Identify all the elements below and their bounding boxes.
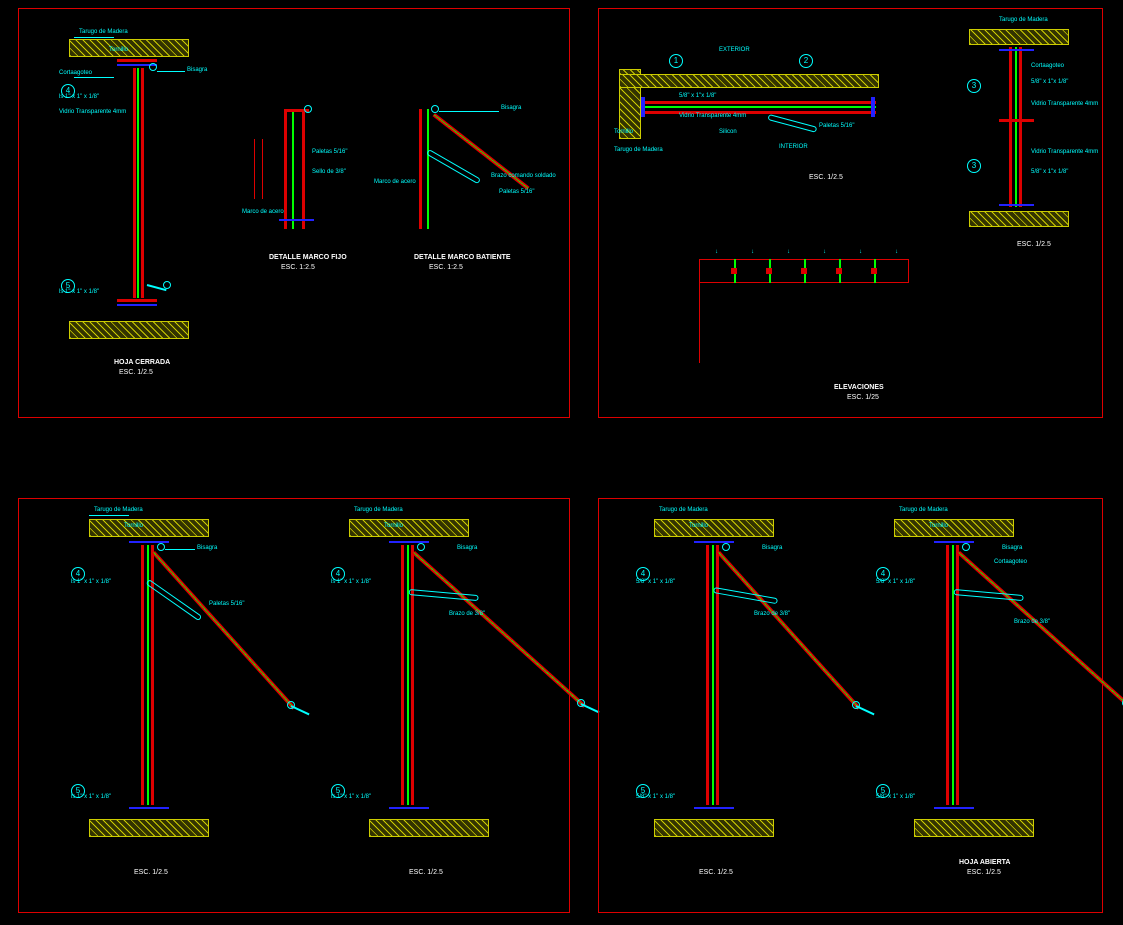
lbl-tornillo-brr: Tornillo xyxy=(929,523,948,530)
label-paletas2: Paletas 5/16" xyxy=(499,189,535,196)
lbl-bisagra-brr: Bisagra xyxy=(1002,545,1022,552)
label-vidrio-r: Vidrio Transparente 4mm xyxy=(1031,101,1098,108)
section-closed: 4 5 Tarugo de Madera Tornillo Cortaagote… xyxy=(39,29,229,369)
label-ls-r: 5/8" x 1"x 1/8" xyxy=(1031,79,1068,86)
scale-elev: ESC. 1/25 xyxy=(847,394,879,402)
label-cortagua-r: Cortaagoteo xyxy=(1031,63,1064,70)
label-marco: Marco de acero xyxy=(242,209,284,216)
lbl-ls-br: 5/8" x 1" x 1/8" xyxy=(636,579,675,586)
panel-br: 4 5 Tarugo de Madera Tornillo Bisagra 5/… xyxy=(598,498,1103,913)
label-ls-plan: 5/8" x 1"x 1/8" xyxy=(679,93,716,100)
bl-left: 4 5 Tarugo de Madera Tornillo ls 1" x 1"… xyxy=(59,519,289,869)
label-bisagra: Bisagra xyxy=(187,67,207,74)
lbl-bisagra-bl: Bisagra xyxy=(197,545,217,552)
title-marco-bat: DETALLE MARCO BATIENTE xyxy=(414,254,511,262)
scale-bl-r: ESC. 1/2.5 xyxy=(409,869,443,877)
lbl-brazo-brr: Brazo de 3/8" xyxy=(1014,619,1050,626)
label-vidrio-plan: Vidrio Transparente 4mm xyxy=(679,113,746,120)
lbl-ls-blr: ls 1" x 1" x 1/8" xyxy=(331,579,371,586)
lbl-ls-blr2: ls 1" x 1" x 1/8" xyxy=(331,794,371,801)
bl-right: 4 5 Tarugo de Madera Tornillo Bisagra Br… xyxy=(319,519,559,869)
lbl-ls-bl: ls 1" x 1" x 1/8" xyxy=(71,579,111,586)
label-brazo: Brazo comando soldado xyxy=(491,173,556,180)
scale-plan: ESC. 1/2.5 xyxy=(809,174,843,182)
section-marco-batiente: Bisagra Brazo comando soldado Paletas 5/… xyxy=(399,109,559,269)
label-bisagra2: Bisagra xyxy=(501,105,521,112)
lbl-paletas-bl: Paletas 5/16" xyxy=(209,601,245,608)
scale-right-sect: ESC. 1/2.5 xyxy=(1017,241,1051,249)
lbl-tornillo-bl: Tornillo xyxy=(124,523,143,530)
lbl-brazo-blr: Brazo de 3/8" xyxy=(449,611,485,618)
panel-bl: 4 5 Tarugo de Madera Tornillo ls 1" x 1"… xyxy=(18,498,570,913)
scale-hoja-cerrada: ESC. 1/2.5 xyxy=(119,369,153,377)
plan-section: 1 2 EXTERIOR INTERIOR 5/8" x 1"x 1/8" Vi… xyxy=(619,49,899,169)
section-marco-fijo: Paletas 5/16" Sello de 3/8" Marco de ace… xyxy=(254,109,364,269)
scale-marco-fijo: ESC. 1:2.5 xyxy=(281,264,315,272)
label-exterior: EXTERIOR xyxy=(719,47,750,54)
lbl-tornillo-blr: Tornillo xyxy=(384,523,403,530)
marker-1: 1 xyxy=(669,54,683,68)
lbl-bisagra-br: Bisagra xyxy=(762,545,782,552)
label-ls-r2: 5/8" x 1"x 1/8" xyxy=(1031,169,1068,176)
label-vidrio-r2: Vidrio Transparente 4mm xyxy=(1031,149,1098,156)
lbl-tornillo-br: Tornillo xyxy=(689,523,708,530)
lbl-brazo-br: Brazo de 3/8" xyxy=(754,611,790,618)
right-vertical-section: 3 3 Cortaagoteo 5/8" x 1"x 1/8" Vidrio T… xyxy=(939,29,1089,239)
marker-3a: 3 xyxy=(967,79,981,93)
marker-3b: 3 xyxy=(967,159,981,173)
panel-elevations: 1 2 EXTERIOR INTERIOR 5/8" x 1"x 1/8" Vi… xyxy=(598,8,1103,418)
scale-marco-bat: ESC. 1:2.5 xyxy=(429,264,463,272)
lbl-bisagra-blr: Bisagra xyxy=(457,545,477,552)
label-tarugo-plan: Tarugo de Madera xyxy=(614,147,663,154)
scale-bl-l: ESC. 1/2.5 xyxy=(134,869,168,877)
label-marco2: Marco de acero xyxy=(374,179,416,186)
label-interior: INTERIOR xyxy=(779,144,808,151)
panel-hoja-cerrada: 4 5 Tarugo de Madera Tornillo Cortaagote… xyxy=(18,8,570,418)
scale-br-r: ESC. 1/2.5 xyxy=(967,869,1001,877)
br-left: 4 5 Tarugo de Madera Tornillo Bisagra 5/… xyxy=(624,519,854,869)
label-tarugo: Tarugo de Madera xyxy=(79,29,128,36)
label-tornillo: Tornillo xyxy=(109,47,128,54)
label-tornillo-plan: Tornillo xyxy=(614,129,633,136)
lbl-tarugo-bl: Tarugo de Madera xyxy=(94,507,143,514)
title-hoja-abierta: HOJA ABIERTA xyxy=(959,859,1010,867)
title-hoja-cerrada: HOJA CERRADA xyxy=(114,359,170,367)
elevation: ↓ ↓ ↓ ↓ ↓ ↓ xyxy=(699,259,949,379)
lbl-ls-bl2: ls 1" x 1" x 1/8" xyxy=(71,794,111,801)
label-ls-bot: ls 1" x 1" x 1/8" xyxy=(59,289,99,296)
label-tarugo-r: Tarugo de Madera xyxy=(999,17,1048,24)
lbl-cortagua-brr: Cortaagoteo xyxy=(994,559,1027,566)
scale-br-l: ESC. 1/2.5 xyxy=(699,869,733,877)
label-cortagua: Cortaagoteo xyxy=(59,70,92,77)
lbl-tarugo-br: Tarugo de Madera xyxy=(659,507,708,514)
marker-2: 2 xyxy=(799,54,813,68)
label-ls: ls 1" x 1" x 1/8" xyxy=(59,94,99,101)
label-silicon: Silicon xyxy=(719,129,737,136)
label-vidrio: Vidrio Transparente 4mm xyxy=(59,109,126,116)
lbl-tarugo-brr: Tarugo de Madera xyxy=(899,507,948,514)
title-elev: ELEVACIONES xyxy=(834,384,884,392)
lbl-ls-br2: 5/8" x 1" x 1/8" xyxy=(636,794,675,801)
lbl-ls-brr: 5/8" x 1" x 1/8" xyxy=(876,579,915,586)
label-paletas: Paletas 5/16" xyxy=(312,149,348,156)
lbl-ls-brr2: 5/8" x 1" x 1/8" xyxy=(876,794,915,801)
label-sello: Sello de 3/8" xyxy=(312,169,346,176)
label-paletas-plan: Paletas 5/16" xyxy=(819,123,855,130)
lbl-tarugo-blr: Tarugo de Madera xyxy=(354,507,403,514)
br-right: 4 5 Tarugo de Madera Tornillo Bisagra Co… xyxy=(864,519,1094,869)
title-marco-fijo: DETALLE MARCO FIJO xyxy=(269,254,347,262)
